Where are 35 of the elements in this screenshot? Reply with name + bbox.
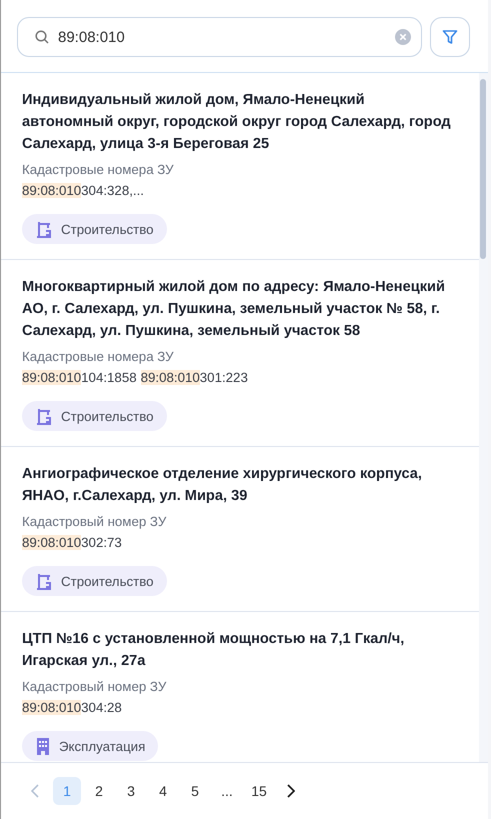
cadastral-number: 89:08:010302:73 — [22, 534, 122, 552]
building-icon — [35, 737, 51, 755]
crane-icon — [35, 407, 53, 425]
crane-icon — [35, 572, 53, 590]
page-button[interactable]: ... — [213, 777, 241, 805]
page-button[interactable]: 3 — [117, 777, 145, 805]
search-field[interactable]: 89:08:010 — [17, 17, 422, 57]
cadastral-number: 89:08:010104:1858 — [22, 369, 137, 387]
cadastral-label: Кадастровый номер ЗУ — [22, 513, 168, 531]
status-tag: Строительство — [22, 566, 167, 596]
clear-icon[interactable] — [395, 29, 411, 45]
filter-icon — [442, 29, 458, 45]
filter-button[interactable] — [430, 17, 470, 57]
status-tag: Строительство — [22, 401, 167, 431]
crane-icon — [35, 220, 53, 238]
cadastral-number: 89:08:010304:28 — [22, 699, 122, 717]
chevron-left-icon — [31, 784, 39, 798]
cadastral-label: Кадастровые номера ЗУ — [22, 348, 175, 366]
cadastral-label: Кадастровые номера ЗУ — [22, 161, 175, 179]
scrollbar[interactable] — [479, 73, 488, 762]
cadastral-label: Кадастровый номер ЗУ — [22, 678, 168, 696]
chevron-right-icon — [287, 784, 295, 798]
page-button[interactable]: 15 — [245, 777, 273, 805]
result-title: Ангиографическое отделение хирургического корпуса, ЯНАО, г.Салехард, ул. Мира, 39 — [22, 465, 423, 506]
page-button[interactable]: 4 — [149, 777, 177, 805]
result-title: Индивидуальный жилой дом, Ямало-Ненецкий автономный округ, городской округ город Салехард, город Салехард, улица 3-я Береговая 25 — [22, 91, 452, 154]
cadastral-number: 89:08:010304:328,... — [22, 182, 144, 200]
result-title: Многоквартирный жилой дом по адресу: Ямало-Ненецкий АО, г. Салехард, ул. Пушкина, земельный участок № 58, г. Салехард, ул. Пушкина, земельный участок 58 — [22, 278, 446, 341]
search-icon — [35, 30, 49, 44]
cadastral-number: 89:08:010301:223 — [140, 369, 248, 387]
status-tag: Эксплуатация — [22, 731, 158, 761]
result-title: ЦТП №16 с установленной мощностью на 7,1 Гкал/ч, Игарская ул., 27а — [22, 630, 406, 671]
page-button[interactable]: 2 — [85, 777, 113, 805]
page-button[interactable]: 5 — [181, 777, 209, 805]
status-tag: Строительство — [22, 214, 167, 244]
